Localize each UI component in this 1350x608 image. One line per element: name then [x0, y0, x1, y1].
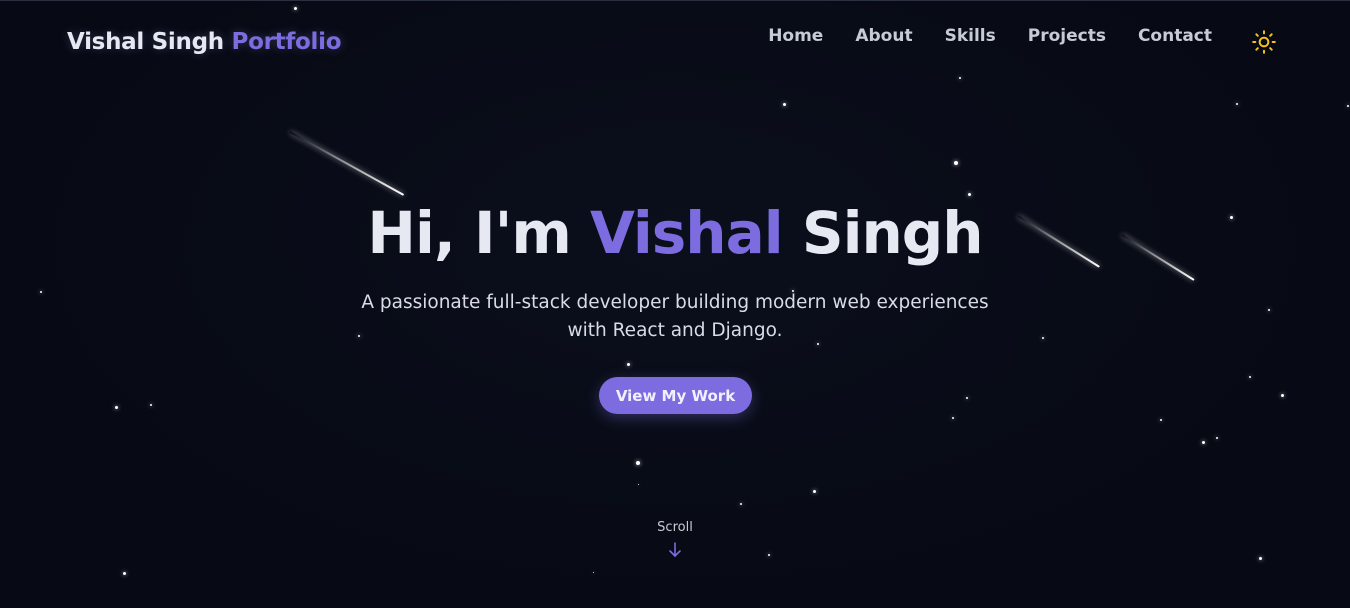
star	[783, 103, 786, 106]
star	[1347, 105, 1349, 107]
star	[638, 484, 639, 485]
star	[1259, 557, 1262, 560]
hero-first-name: Vishal	[590, 199, 784, 267]
star	[768, 554, 770, 556]
star	[1281, 394, 1284, 397]
brand-logo[interactable]: Vishal Singh Portfolio	[67, 29, 342, 55]
star	[636, 461, 640, 465]
star	[627, 363, 630, 366]
hero-greeting: Hi, I'm	[367, 199, 571, 267]
brand-accent: Portfolio	[231, 29, 342, 55]
star	[952, 417, 954, 419]
hero-last-name: Singh	[801, 199, 984, 267]
hero-title: Hi, I'm Vishal Singh	[0, 199, 1350, 267]
brand-name: Vishal Singh	[67, 29, 224, 55]
star	[740, 503, 742, 505]
star	[968, 193, 971, 196]
nav-contact[interactable]: Contact	[1138, 26, 1212, 46]
star	[115, 406, 118, 409]
star	[123, 572, 126, 575]
nav-projects[interactable]: Projects	[1028, 26, 1106, 46]
star	[1268, 309, 1270, 311]
star	[1236, 103, 1238, 105]
shooting-star	[289, 131, 405, 196]
nav-about[interactable]: About	[855, 26, 912, 46]
nav-skills[interactable]: Skills	[945, 26, 996, 46]
scroll-label: Scroll	[657, 520, 693, 535]
hero-subtitle: A passionate full-stack developer buildi…	[361, 292, 989, 341]
star	[40, 291, 42, 293]
star	[1042, 337, 1044, 339]
arrow-down-icon	[669, 542, 681, 557]
portfolio-page: Vishal Singh Portfolio Home About Skills…	[0, 0, 1350, 608]
star	[954, 161, 958, 165]
main-nav: Home About Skills Projects Contact	[768, 26, 1212, 46]
star	[966, 397, 968, 399]
sun-icon	[1252, 30, 1276, 54]
star	[1249, 376, 1251, 378]
theme-toggle-button[interactable]	[1251, 29, 1277, 55]
scroll-indicator[interactable]: Scroll	[625, 520, 725, 559]
nav-home[interactable]: Home	[768, 26, 823, 46]
star	[1202, 441, 1205, 444]
star	[150, 404, 152, 406]
star	[593, 572, 594, 573]
star	[813, 490, 816, 493]
view-my-work-button[interactable]: View My Work	[599, 377, 752, 414]
star	[1216, 437, 1218, 439]
star	[1160, 419, 1162, 421]
star	[959, 77, 961, 79]
star	[294, 7, 297, 10]
